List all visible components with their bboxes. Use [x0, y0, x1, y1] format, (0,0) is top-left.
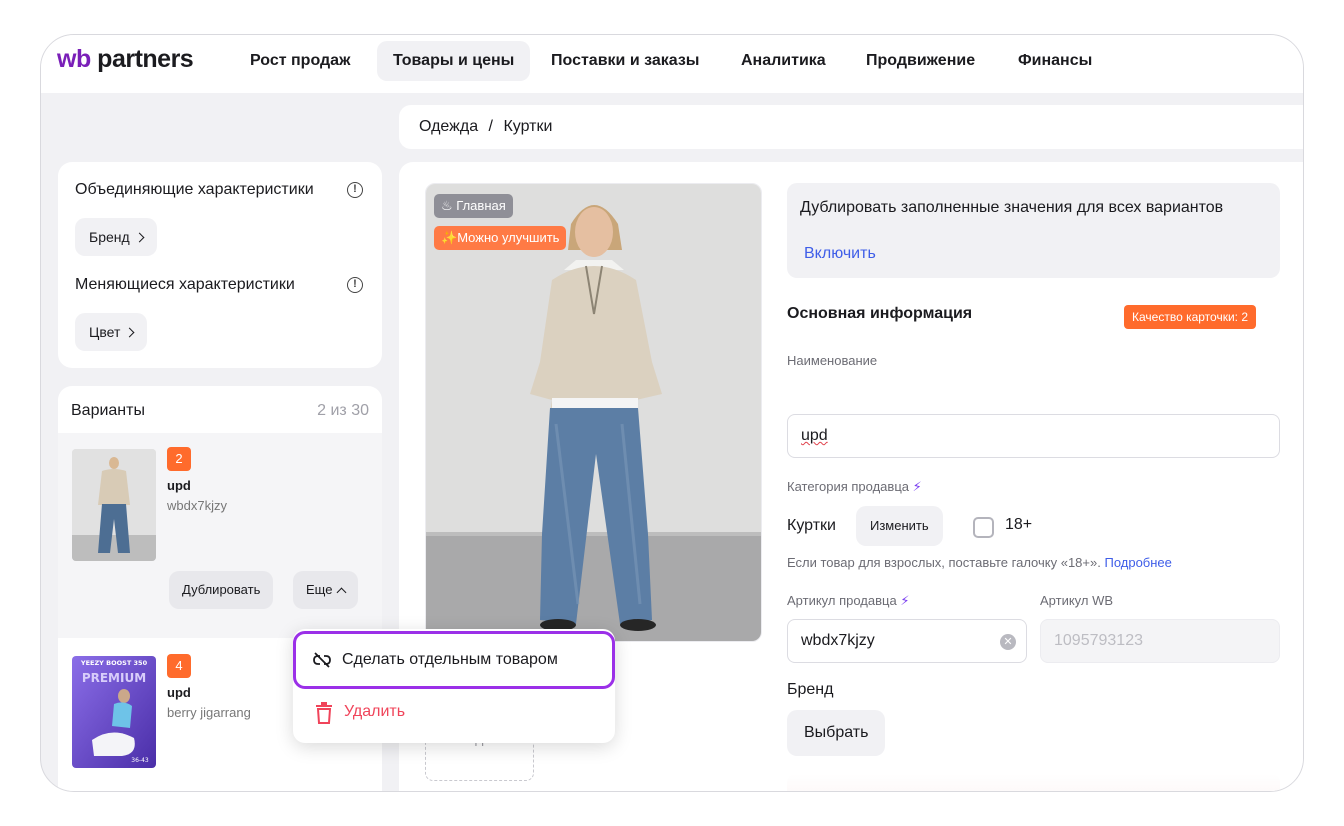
variant-name: upd: [167, 685, 191, 700]
nav-analytics[interactable]: Аналитика: [725, 41, 842, 81]
app-window: wb partners Рост продаж Товары и цены По…: [40, 34, 1304, 792]
seller-sku-value: wbdx7kjzy: [801, 632, 875, 649]
product-photo: [426, 184, 761, 641]
variant-row[interactable]: 2 upd wbdx7kjzy Дублировать Еще: [58, 433, 382, 638]
name-field[interactable]: upd: [787, 414, 1280, 458]
chevron-up-icon: [337, 587, 347, 598]
adult-hint: Если товар для взрослых, поставьте галоч…: [787, 555, 1172, 570]
card-quality-badge[interactable]: Качество карточки: 2: [1124, 305, 1256, 329]
enable-duplicate-link[interactable]: Включить: [804, 245, 876, 263]
characteristics-card: Объединяющие характеристики ! Бренд Меня…: [58, 162, 382, 368]
changing-characteristics-title: Меняющиеся характеристики: [75, 276, 295, 293]
seller-category-label: Категория продавца ⚡: [787, 479, 922, 495]
can-improve-badge-label: Можно улучшить: [457, 230, 560, 245]
wb-sku-value: 1095793123: [1054, 632, 1143, 649]
lightning-icon: ⚡: [912, 479, 922, 494]
breadcrumb: Одежда / Куртки: [399, 105, 1303, 149]
wb-sku-field: 1095793123: [1040, 619, 1280, 663]
more-button-label: Еще: [306, 582, 333, 597]
breadcrumb-category[interactable]: Одежда: [419, 118, 478, 135]
thumb-size-text: 36-43: [131, 757, 149, 764]
variants-title: Варианты: [71, 402, 145, 419]
adult-label: 18+: [1005, 516, 1033, 533]
nav-finance[interactable]: Финансы: [1002, 41, 1108, 81]
duplicate-button[interactable]: Дублировать: [169, 571, 274, 609]
variant-thumbnail[interactable]: YEEZY BOOST 350 PREMIUM 36-43: [72, 656, 156, 768]
change-category-button[interactable]: Изменить: [856, 506, 943, 546]
main-photo-badge: ♨ Главная: [434, 194, 513, 218]
variant-name: upd: [167, 478, 191, 493]
category-value: Куртки: [787, 517, 836, 534]
top-navigation: wb partners Рост продаж Товары и цены По…: [41, 35, 1303, 93]
color-chip[interactable]: Цвет: [75, 313, 148, 351]
adult-checkbox[interactable]: [973, 517, 994, 538]
unlink-icon: [313, 652, 331, 668]
make-separate-product-item[interactable]: Сделать отдельным товаром: [293, 631, 615, 689]
sparkle-icon: ✨: [441, 230, 458, 245]
chevron-right-icon: [134, 232, 145, 243]
lightning-icon: ⚡: [900, 593, 910, 608]
wb-partners-logo[interactable]: wb partners: [57, 45, 194, 74]
delete-item[interactable]: Удалить: [293, 693, 615, 733]
choose-brand-button[interactable]: Выбрать: [787, 710, 886, 756]
merging-characteristics-title: Объединяющие характеристики: [75, 181, 314, 198]
name-field-value: upd: [801, 427, 828, 444]
info-icon[interactable]: !: [347, 182, 363, 198]
duplicate-values-panel: Дублировать заполненные значения для все…: [787, 183, 1280, 278]
nav-supplies-orders[interactable]: Поставки и заказы: [535, 41, 715, 81]
breadcrumb-separator: /: [488, 118, 493, 135]
make-separate-product-label: Сделать отдельным товаром: [342, 651, 558, 668]
quality-number-badge: 2: [167, 447, 191, 471]
seller-sku-label: Артикул продавца ⚡: [787, 593, 909, 609]
nav-promotion[interactable]: Продвижение: [850, 41, 991, 81]
product-photo-thumb: [72, 449, 156, 561]
variant-thumbnail[interactable]: [72, 449, 156, 561]
thumb-title-text: YEEZY BOOST 350: [80, 659, 148, 667]
variant-sku: berry jigarrang: [167, 705, 251, 720]
seller-sku-field[interactable]: wbdx7kjzy ✕: [787, 619, 1027, 663]
flame-icon: ♨: [441, 198, 453, 213]
trash-icon: [316, 702, 332, 724]
more-button[interactable]: Еще: [293, 571, 359, 609]
main-info-title: Основная информация: [787, 305, 973, 322]
quality-number-badge: 4: [167, 654, 191, 678]
main-photo-badge-label: Главная: [456, 198, 506, 213]
wb-sku-label: Артикул WB: [1040, 593, 1114, 608]
variants-count: 2 из 30: [317, 402, 369, 419]
brand-label: Бренд: [787, 681, 834, 698]
brand-chip-label: Бренд: [89, 229, 130, 245]
delete-label: Удалить: [344, 703, 406, 720]
next-field-placeholder: [787, 774, 1280, 791]
thumb-premium-text: PREMIUM: [82, 671, 146, 685]
product-photo-thumb: YEEZY BOOST 350 PREMIUM 36-43: [72, 656, 156, 768]
nav-sales-growth[interactable]: Рост продаж: [234, 41, 366, 81]
chevron-right-icon: [124, 327, 135, 338]
seller-sku-label-text: Артикул продавца: [787, 593, 897, 608]
main-product-photo[interactable]: ♨ Главная ✨Можно улучшить: [425, 183, 762, 642]
variant-sku: wbdx7kjzy: [167, 498, 227, 513]
brand-chip[interactable]: Бренд: [75, 218, 157, 256]
logo-partners: partners: [97, 45, 194, 73]
nav-products-prices[interactable]: Товары и цены: [377, 41, 531, 81]
color-chip-label: Цвет: [89, 324, 121, 340]
logo-wb: wb: [57, 45, 91, 73]
more-actions-menu: Сделать отдельным товаром Удалить: [293, 629, 615, 743]
info-icon[interactable]: !: [347, 277, 363, 293]
clear-icon[interactable]: ✕: [1000, 634, 1016, 650]
seller-category-label-text: Категория продавца: [787, 479, 909, 494]
more-info-link[interactable]: Подробнее: [1104, 555, 1171, 570]
can-improve-badge[interactable]: ✨Можно улучшить: [434, 226, 567, 250]
duplicate-values-text: Дублировать заполненные значения для все…: [800, 199, 1224, 216]
breadcrumb-subcategory[interactable]: Куртки: [503, 118, 552, 135]
adult-hint-text: Если товар для взрослых, поставьте галоч…: [787, 555, 1101, 570]
name-label: Наименование: [787, 353, 878, 368]
